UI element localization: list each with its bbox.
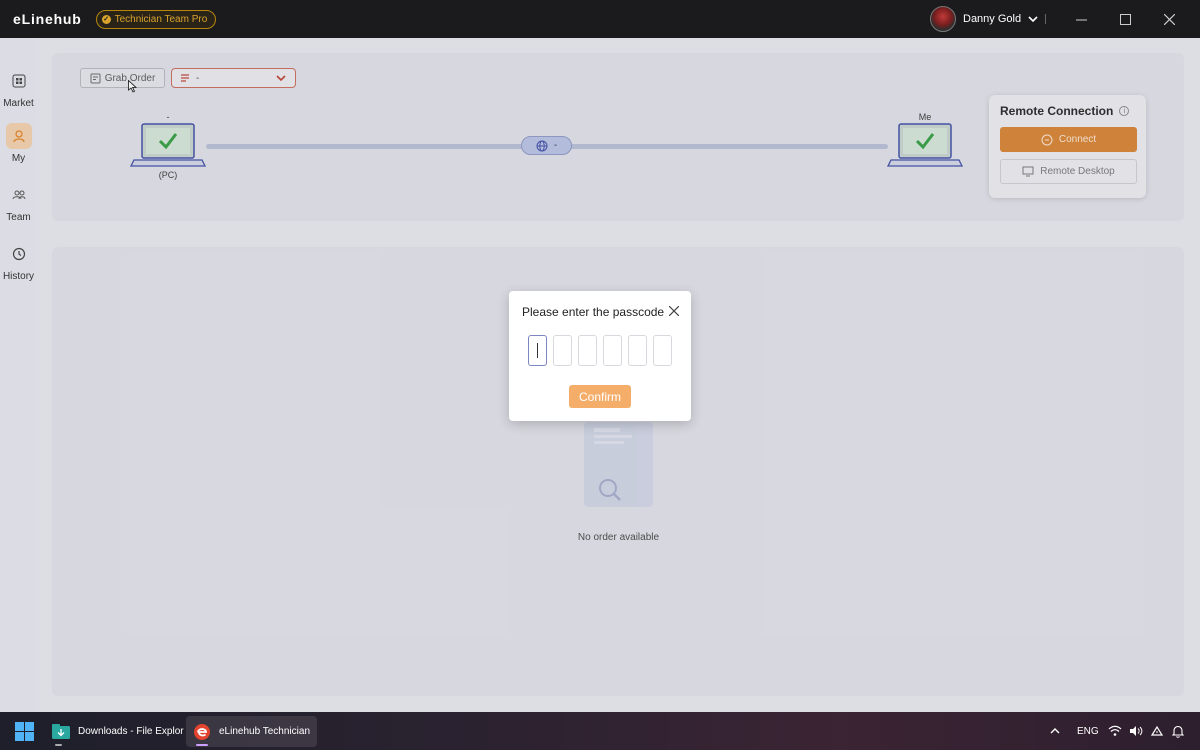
team-icon <box>6 182 32 208</box>
minimize-button[interactable] <box>1058 0 1104 38</box>
text-cursor <box>537 343 538 358</box>
wifi-icon <box>1108 725 1122 736</box>
show-hidden-icons-button[interactable] <box>1050 712 1060 750</box>
maximize-button[interactable] <box>1102 0 1148 38</box>
user-name: Danny Gold <box>963 13 1022 25</box>
close-dialog-button[interactable] <box>668 303 680 319</box>
app-brand: eLinehub <box>13 11 82 27</box>
person-icon <box>5 123 32 149</box>
dialog-title: Please enter the passcode <box>522 305 665 319</box>
taskbar: Downloads - File Explor eLinehub Technic… <box>0 712 1200 750</box>
folder-download-icon <box>52 723 70 739</box>
passcode-inputs <box>528 335 672 366</box>
sidebar-item-label: History <box>2 271 35 282</box>
passcode-digit-3[interactable] <box>578 335 597 366</box>
sidebar-item-market[interactable]: Market <box>0 68 37 109</box>
taskbar-indicator <box>55 744 62 746</box>
title-separator <box>1045 14 1046 24</box>
history-icon <box>6 241 32 267</box>
plan-badge[interactable]: ✓ Technician Team Pro <box>95 9 217 29</box>
battery-plug-icon <box>1150 725 1164 736</box>
user-menu[interactable]: Danny Gold <box>930 6 1038 32</box>
sidebar-item-team[interactable]: Team <box>0 182 37 223</box>
passcode-digit-6[interactable] <box>653 335 672 366</box>
sidebar-item-label: My <box>11 153 26 164</box>
taskbar-item-label: eLinehub Technician <box>219 726 311 737</box>
sidebar-item-label: Market <box>3 98 34 109</box>
badge-icon: ✓ <box>101 14 111 24</box>
taskbar-indicator <box>196 744 208 746</box>
language-indicator[interactable]: ENG <box>1077 712 1099 750</box>
taskbar-item-file-explorer[interactable]: Downloads - File Explor <box>45 716 191 747</box>
plan-badge-label: Technician Team Pro <box>114 13 208 25</box>
passcode-digit-1[interactable] <box>528 335 547 366</box>
system-tray-status[interactable] <box>1108 712 1164 750</box>
sidebar-item-label: Team <box>6 212 31 223</box>
passcode-dialog: Please enter the passcode Confirm <box>509 291 691 421</box>
elinehub-logo-icon <box>194 723 210 740</box>
title-bar: eLinehub ✓ Technician Team Pro Danny Gol… <box>0 0 1200 38</box>
sidebar-item-my[interactable]: My <box>0 123 37 164</box>
confirm-button[interactable]: Confirm <box>569 385 631 408</box>
passcode-digit-2[interactable] <box>553 335 572 366</box>
close-icon <box>1163 13 1175 25</box>
passcode-digit-5[interactable] <box>628 335 647 366</box>
avatar <box>930 6 956 32</box>
taskbar-item-label: Downloads - File Explor <box>78 726 184 737</box>
maximize-icon <box>1119 13 1131 25</box>
close-icon <box>668 305 680 317</box>
bell-icon <box>1172 725 1184 738</box>
windows-logo-icon <box>15 722 34 741</box>
volume-icon <box>1130 726 1143 736</box>
sidebar-item-history[interactable]: History <box>0 241 37 282</box>
minimize-icon <box>1075 19 1087 20</box>
chevron-up-icon <box>1050 728 1060 734</box>
grid-icon <box>6 68 32 94</box>
close-window-button[interactable] <box>1146 0 1192 38</box>
start-button[interactable] <box>15 722 34 746</box>
sidebar: Market My Team History <box>0 38 37 712</box>
notifications-button[interactable] <box>1172 712 1184 750</box>
taskbar-item-elinehub[interactable]: eLinehub Technician <box>186 716 318 747</box>
chevron-down-icon <box>1028 16 1038 23</box>
passcode-digit-4[interactable] <box>603 335 622 366</box>
